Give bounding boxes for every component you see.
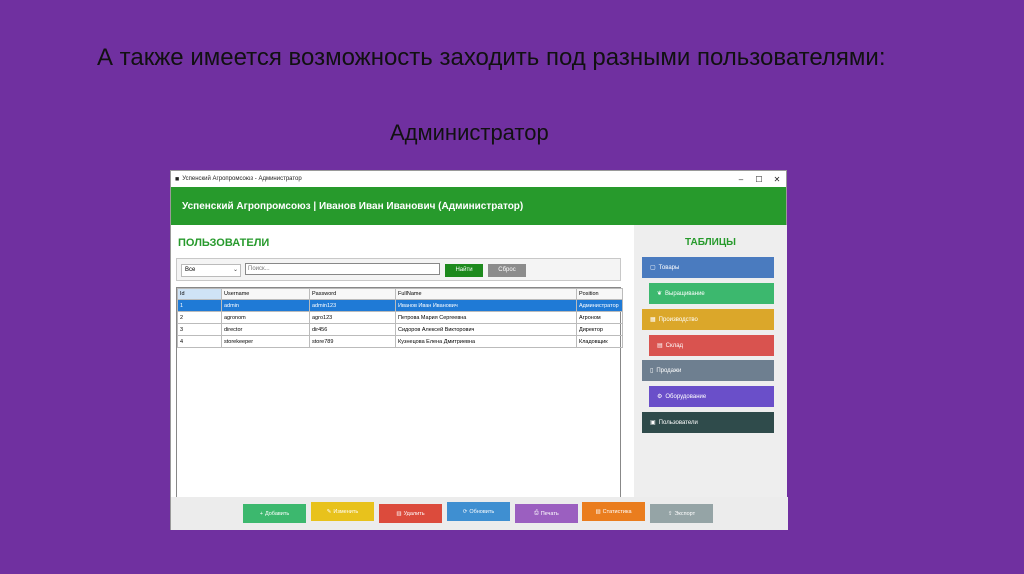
filter-select-value: Все xyxy=(185,267,196,273)
cell-fullname: Сидоров Алексей Викторович xyxy=(395,323,577,336)
plus-icon: + xyxy=(259,510,263,517)
statistics-button-label: Статистика xyxy=(602,508,632,515)
column-header-username[interactable]: Username xyxy=(221,288,310,300)
export-button[interactable]: ⇪ Экспорт xyxy=(650,504,713,523)
column-header-fullname[interactable]: FullName xyxy=(395,288,577,300)
cell-id: 4 xyxy=(177,335,222,348)
filter-select[interactable]: Все ⌄ xyxy=(181,264,241,277)
box-icon: ▢ xyxy=(650,265,656,271)
cell-password: agro123 xyxy=(309,311,396,324)
nav-label: Оборудование xyxy=(665,393,707,400)
cell-position: Кладовщик xyxy=(576,335,623,348)
cell-password: admin123 xyxy=(309,299,396,312)
cart-icon: ▯ xyxy=(650,368,654,374)
print-button[interactable]: ⎙ Печать xyxy=(515,504,578,523)
nav-button-users[interactable]: ▣ Пользователи xyxy=(642,412,774,433)
delete-button-label: Удалить xyxy=(403,510,425,517)
table-row[interactable]: 1 admin admin123 Иванов Иван Иванович Ад… xyxy=(177,299,623,312)
cell-username: director xyxy=(221,323,310,336)
nav-label: Склад xyxy=(665,342,684,349)
nav-button-growing[interactable]: ❦ Выращивание xyxy=(649,283,774,304)
chevron-down-icon: ⌄ xyxy=(232,267,238,273)
nav-label: Пользователи xyxy=(658,419,698,426)
add-button-label: Добавить xyxy=(264,510,290,517)
sprout-icon: ❦ xyxy=(657,291,663,297)
warehouse-icon: ▤ xyxy=(657,343,663,349)
cell-position: Администратор xyxy=(576,299,623,312)
nav-button-production[interactable]: ▦ Производство xyxy=(642,309,774,330)
search-input[interactable]: Поиск... xyxy=(245,263,440,275)
column-header-password[interactable]: Password xyxy=(309,288,396,300)
add-button[interactable]: + Добавить xyxy=(243,504,306,523)
edit-button[interactable]: ✎ Изменить xyxy=(311,502,374,521)
app-window: ■ Успенский Агропромсоюз - Администратор… xyxy=(170,170,788,530)
printer-icon: ⎙ xyxy=(534,510,539,516)
column-header-id[interactable]: Id xyxy=(177,288,222,300)
cell-password: store789 xyxy=(309,335,396,348)
cell-position: Агроном xyxy=(576,311,623,324)
window-titlebar: ■ Успенский Агропромсоюз - Администратор… xyxy=(171,171,786,187)
export-button-label: Экспорт xyxy=(674,510,696,517)
window-title: Успенский Агропромсоюз - Администратор xyxy=(182,176,302,182)
tables-panel-title: ТАБЛИЦЫ xyxy=(685,237,736,248)
factory-icon: ▦ xyxy=(650,317,656,323)
nav-label: Выращивание xyxy=(665,290,705,297)
cell-id: 2 xyxy=(177,311,222,324)
gear-icon: ⚙ xyxy=(657,394,663,400)
minimize-icon[interactable]: – xyxy=(732,175,750,184)
cell-id: 1 xyxy=(177,299,222,312)
table-row[interactable]: 3 director dir456 Сидоров Алексей Виктор… xyxy=(177,323,623,336)
action-bar: + Добавить ✎ Изменить ▥ Удалить ⟳ Обновить ⎙… xyxy=(171,497,788,530)
pencil-icon: ✎ xyxy=(326,508,332,515)
section-title: ПОЛЬЗОВАТЕЛИ xyxy=(178,237,270,249)
cell-username: admin xyxy=(221,299,310,312)
cell-id: 3 xyxy=(177,323,222,336)
table-row[interactable]: 4 storekeeper store789 Кузнецова Елена Д… xyxy=(177,335,623,348)
export-icon: ⇪ xyxy=(667,510,673,517)
app-icon: ■ xyxy=(175,175,180,183)
cell-username: storekeeper xyxy=(221,335,310,348)
statistics-button[interactable]: ▧ Статистика xyxy=(582,502,645,521)
close-icon[interactable]: ✕ xyxy=(768,175,786,184)
chart-icon: ▧ xyxy=(595,508,601,515)
edit-button-label: Изменить xyxy=(333,508,359,515)
cell-fullname: Петрова Мария Сергеевна xyxy=(395,311,577,324)
nav-button-products[interactable]: ▢ Товары xyxy=(642,257,774,278)
cell-username: agronom xyxy=(221,311,310,324)
reset-button[interactable]: Сброс xyxy=(488,264,526,277)
slide-subtitle: Администратор xyxy=(390,120,549,145)
nav-label: Производство xyxy=(658,316,698,323)
cell-password: dir456 xyxy=(309,323,396,336)
nav-button-sales[interactable]: ▯ Продажи xyxy=(642,360,774,381)
cell-position: Директор xyxy=(576,323,623,336)
refresh-button-label: Обновить xyxy=(469,508,495,515)
delete-button[interactable]: ▥ Удалить xyxy=(379,504,442,523)
find-button[interactable]: Найти xyxy=(445,264,483,277)
nav-label: Продажи xyxy=(656,367,682,374)
trash-icon: ▥ xyxy=(396,510,402,517)
print-button-label: Печать xyxy=(540,510,559,517)
maximize-icon[interactable]: ☐ xyxy=(750,175,768,184)
column-header-position[interactable]: Position xyxy=(576,288,623,300)
cell-fullname: Иванов Иван Иванович xyxy=(395,299,577,312)
table-row[interactable]: 2 agronom agro123 Петрова Мария Сергеевн… xyxy=(177,311,623,324)
slide-title: А также имеется возможность заходить под… xyxy=(97,44,886,71)
users-icon: ▣ xyxy=(650,420,656,426)
users-content: ПОЛЬЗОВАТЕЛИ Все ⌄ Поиск... Найти Сброс … xyxy=(171,225,634,500)
users-grid: Id Username Password FullName Position 1… xyxy=(176,287,623,500)
refresh-button[interactable]: ⟳ Обновить xyxy=(447,502,510,521)
nav-button-equipment[interactable]: ⚙ Оборудование xyxy=(649,386,774,407)
filter-toolbar: Все ⌄ Поиск... Найти Сброс xyxy=(176,258,621,281)
nav-label: Товары xyxy=(658,264,680,271)
tables-panel: ТАБЛИЦЫ ▢ Товары ❦ Выращивание ▦ Производст… xyxy=(634,225,787,497)
nav-button-warehouse[interactable]: ▤ Склад xyxy=(649,335,774,356)
cell-fullname: Кузнецова Елена Дмитриевна xyxy=(395,335,577,348)
app-header: Успенский Агропромсоюз | Иванов Иван Ива… xyxy=(171,187,786,225)
refresh-icon: ⟳ xyxy=(462,508,468,515)
